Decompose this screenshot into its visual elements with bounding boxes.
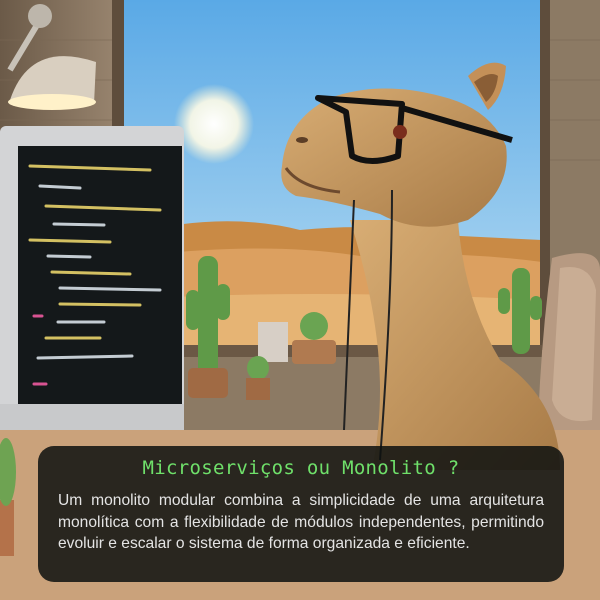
caption-body: Um monolito modular combina a simplicida…	[58, 492, 544, 552]
caption-panel: Microserviços ou Monolito ? Um monolito …	[38, 446, 564, 582]
illustration-scene: Microserviços ou Monolito ? Um monolito …	[0, 0, 600, 600]
sun-icon	[174, 84, 254, 164]
caption-title: Microserviços ou Monolito ?	[142, 457, 460, 479]
monitor-icon	[0, 126, 184, 444]
